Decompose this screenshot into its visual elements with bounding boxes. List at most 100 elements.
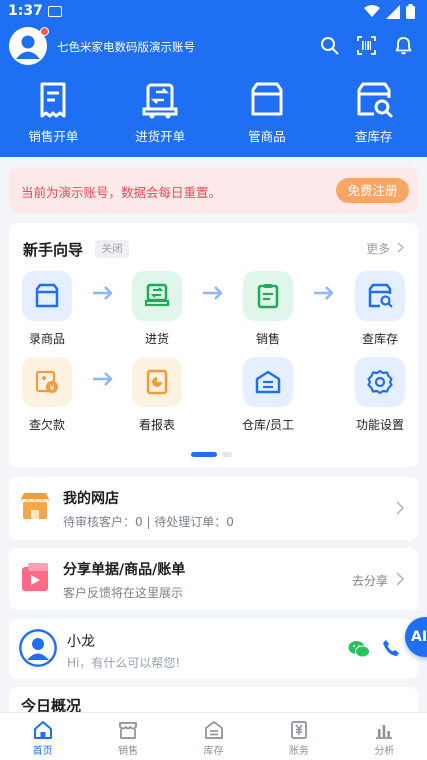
manage-goods-icon [251,82,283,116]
bottom-tab-bar: 首页 销售 库存 账务 分析 [0,712,427,760]
guide-item-label: 仓库/员工 [241,418,295,432]
tab-sales[interactable]: 销售 [85,713,170,760]
service-avatar-icon [19,629,57,667]
store-icon [119,722,137,739]
tab-label: 销售 [118,746,139,757]
settings-icon [355,357,405,407]
wechat-icon[interactable] [348,640,370,658]
customer-service-card[interactable]: 小龙 Hi，有什么可以帮您! [9,619,418,679]
bar-chart-icon [376,725,393,739]
service-avatar [19,629,57,667]
demo-notice: 当前为演示账号，数据会每日重置。 免费注册 [9,167,418,213]
check-stock-icon [357,82,393,118]
svg-text:¥: ¥ [49,384,54,393]
status-icons [364,4,415,19]
truck-icon [132,271,182,321]
guide-title: 新手向导 [23,241,84,259]
warehouse-icon [204,721,223,739]
shop-title: 我的网店 [63,491,119,507]
quick-action-label: 查库存 [354,129,393,144]
guide-item-purchase[interactable]: 进货 [119,271,195,347]
tab-home[interactable]: 首页 [0,713,85,760]
guide-item-label: 查库存 [361,332,398,346]
guide-item-add-goods[interactable]: 录商品 [9,271,85,347]
share-icon [22,563,48,591]
guide-item-label: 功能设置 [355,418,404,432]
quick-action-sales-order[interactable]: 销售开单 [0,80,107,145]
guide-close-button[interactable]: 关闭 [95,240,129,258]
battery-icon [406,4,415,19]
tab-analysis[interactable]: 分析 [342,713,427,760]
guide-item-label: 查欠款 [28,418,65,432]
quick-actions: 销售开单 进货开单 管商品 查库存 [0,80,427,145]
quick-action-manage-goods[interactable]: 管商品 [214,80,321,145]
chevron-right-icon [396,501,404,515]
arrow-right-icon [314,286,334,300]
share-card[interactable]: 分享单据/商品/账单 客户反馈将在这里展示 去分享 [9,548,418,610]
page-dot-active [191,452,217,457]
bell-icon[interactable] [394,36,413,55]
tab-accounts[interactable]: 账务 [256,713,341,760]
account-name[interactable]: 七色米家电数码版演示账号 [57,39,195,55]
clipboard-icon [243,271,293,321]
quick-action-check-stock[interactable]: 查库存 [320,80,427,145]
tab-label: 分析 [374,746,395,757]
page-dot [222,452,232,457]
signal-icon [386,4,400,19]
status-time: 1:37 [8,3,43,19]
chevron-right-icon [396,572,404,586]
guide-more-label: 更多 [366,242,391,256]
quick-action-purchase-order[interactable]: 进货开单 [107,80,214,145]
guide-item-view-report[interactable]: 看报表 [119,357,195,433]
notification-icon [48,6,62,17]
ledger-icon [291,721,307,739]
report-icon [132,357,182,407]
tab-label: 首页 [32,746,53,757]
my-shop-card[interactable]: 我的网店 待审核客户：0 | 待处理订单：0 [9,477,418,540]
sales-order-icon [40,82,66,118]
phone-icon[interactable] [382,639,400,657]
top-header: 1:37 七色米家电数码版演示账号 销售开单 进货开单 管商品 查库存 [0,0,427,157]
service-name: 小龙 [67,634,95,650]
warehouse-icon [243,357,293,407]
guide-item-sales[interactable]: 销售 [230,271,306,347]
chevron-right-icon [397,242,405,253]
header-actions [320,36,413,55]
box-search-icon [355,271,405,321]
register-button[interactable]: 免费注册 [336,178,409,203]
service-message: Hi，有什么可以帮您! [67,656,181,670]
debt-icon: ¥ [22,357,72,407]
guide-item-check-stock[interactable]: 查库存 [342,271,418,347]
quick-action-label: 销售开单 [28,129,79,144]
guide-item-label: 进货 [144,332,169,346]
guide-item-label: 销售 [255,332,280,346]
share-title: 分享单据/商品/账单 [63,562,186,578]
purchase-order-icon [142,83,178,119]
wifi-icon [364,5,380,17]
notice-text: 当前为演示账号，数据会每日重置。 [21,185,222,200]
quick-action-label: 管商品 [248,129,286,144]
guide-item-label: 看报表 [138,418,175,432]
tab-label: 账务 [288,746,309,757]
arrow-right-icon [93,286,113,300]
box-icon [22,271,72,321]
home-icon [33,721,52,739]
shop-subtitle: 待审核客户：0 | 待处理订单：0 [63,515,234,529]
barcode-scan-icon[interactable] [357,36,376,55]
unread-dot [40,27,49,36]
arrow-right-icon [93,372,113,386]
page-indicator [191,452,232,457]
shop-icon [21,493,49,519]
guide-item-warehouse-staff[interactable]: 仓库/员工 [230,357,306,433]
arrow-right-icon [203,286,223,300]
status-bar: 1:37 [0,0,427,24]
search-icon[interactable] [320,36,339,55]
guide-more-link[interactable]: 更多 [366,240,405,257]
share-action[interactable]: 去分享 [352,572,388,589]
guide-item-feature-settings[interactable]: 功能设置 [342,357,418,433]
share-subtitle: 客户反馈将在这里展示 [63,586,184,600]
quick-action-label: 进货开单 [135,129,186,144]
tab-label: 库存 [203,746,224,757]
guide-item-check-debt[interactable]: ¥ 查欠款 [9,357,85,433]
tab-inventory[interactable]: 库存 [171,713,256,760]
